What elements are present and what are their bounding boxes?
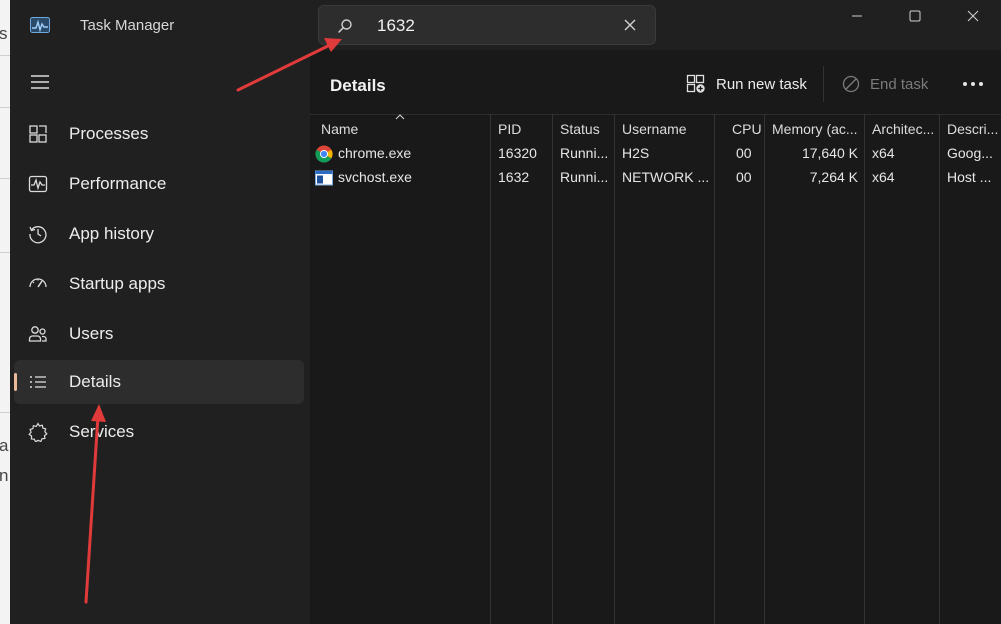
column-header-cpu[interactable]: CPU [732,121,762,137]
app-title: Task Manager [80,17,175,34]
main-panel: Details Run new task End task Name PID S… [310,50,1001,624]
column-divider[interactable] [552,114,553,624]
background-divider [0,178,10,179]
sidebar-item-startup-apps[interactable]: Startup apps [14,262,304,306]
task-manager-window: Task Manager 1632 Processes Performance … [10,0,1001,624]
process-name: chrome.exe [338,145,412,161]
active-indicator [14,373,17,391]
column-header-architecture[interactable]: Architec... [872,121,938,137]
close-button[interactable] [944,0,1001,32]
clear-search-icon[interactable] [621,16,639,34]
process-architecture: x64 [872,145,895,161]
sidebar-item-label: Performance [69,174,167,193]
table-row[interactable]: chrome.exe 16320 Runni... H2S 00 17,640 … [310,142,1001,166]
users-icon [28,326,47,342]
search-input[interactable]: 1632 [377,16,415,36]
process-architecture: x64 [872,169,895,185]
hamburger-menu-button[interactable] [26,68,54,96]
process-username: H2S [622,145,650,161]
close-icon [967,10,979,22]
process-username: NETWORK ... [622,169,710,185]
services-icon [28,422,48,442]
sidebar-item-label: Startup apps [69,274,166,293]
column-header-username[interactable]: Username [622,121,712,137]
process-description: Host ... [947,169,992,185]
background-divider [0,55,10,56]
end-task-icon [842,75,860,93]
process-memory: 7,264 K [809,169,858,185]
more-options-icon [963,82,983,86]
process-pid: 1632 [498,169,530,185]
background-glyph: n [0,466,9,485]
column-header-description[interactable]: Descri... [947,121,999,137]
sidebar-item-label: Services [69,422,135,441]
column-divider[interactable] [939,114,940,624]
column-divider[interactable] [614,114,615,624]
table-row[interactable]: svchost.exe 1632 Runni... NETWORK ... 00… [310,166,1001,190]
process-status: Runni... [560,145,609,161]
minimize-icon [852,15,862,17]
minimize-button[interactable] [828,0,886,32]
chrome-icon [315,145,333,163]
sidebar-item-app-history[interactable]: App history [14,212,304,256]
search-icon [338,19,352,33]
background-glyph: s [0,24,8,43]
page-title: Details [330,76,386,95]
run-new-task-label: Run new task [716,75,807,93]
background-glyph: a [0,436,9,455]
sidebar-item-label: App history [69,224,155,243]
sidebar-item-details[interactable]: Details [14,360,304,404]
sidebar-item-label: Details [69,372,121,391]
toolbar-divider [823,66,824,102]
more-options-button[interactable] [960,74,986,94]
title-bar: Task Manager 1632 [10,0,1001,50]
run-new-task-button[interactable]: Run new task [686,70,807,98]
maximize-button[interactable] [886,0,944,32]
column-divider[interactable] [764,114,765,624]
column-divider[interactable] [490,114,491,624]
background-window-edge: s a n [0,0,10,624]
task-manager-app-icon [30,17,50,33]
column-divider[interactable] [714,114,715,624]
table-top-border [310,114,1001,115]
run-new-task-icon [686,74,705,93]
sidebar-item-processes[interactable]: Processes [14,112,304,156]
sidebar-item-label: Users [69,324,114,343]
processes-icon [29,125,47,143]
process-memory: 17,640 K [801,145,858,161]
background-divider [0,107,10,108]
background-divider [0,252,10,253]
process-status: Runni... [560,169,609,185]
process-cpu: 00 [736,169,752,185]
column-header-status[interactable]: Status [560,121,612,137]
column-header-memory[interactable]: Memory (ac... [772,121,862,137]
column-divider[interactable] [864,114,865,624]
end-task-label: End task [870,75,929,93]
svchost-icon [315,170,333,186]
process-pid: 16320 [498,145,537,161]
sidebar-item-performance[interactable]: Performance [14,162,304,206]
end-task-button[interactable]: End task [842,70,928,98]
sidebar-item-users[interactable]: Users [14,312,304,356]
background-divider [0,412,10,413]
process-name: svchost.exe [338,169,412,185]
hamburger-icon [31,75,49,89]
search-box[interactable]: 1632 [318,5,656,45]
column-header-pid[interactable]: PID [498,121,548,137]
app-history-icon [29,226,47,244]
maximize-icon [909,10,921,22]
sort-ascending-icon [395,114,405,120]
startup-apps-icon [29,278,47,288]
details-icon [30,376,46,388]
process-cpu: 00 [736,145,752,161]
sidebar: Processes Performance App history Startu… [10,50,310,624]
details-table: Name PID Status Username CPU Memory (ac.… [310,114,1001,624]
sidebar-item-services[interactable]: Services [14,410,304,454]
column-header-name[interactable]: Name [321,121,481,137]
sidebar-item-label: Processes [69,124,149,143]
performance-icon [28,175,48,193]
process-description: Goog... [947,145,993,161]
